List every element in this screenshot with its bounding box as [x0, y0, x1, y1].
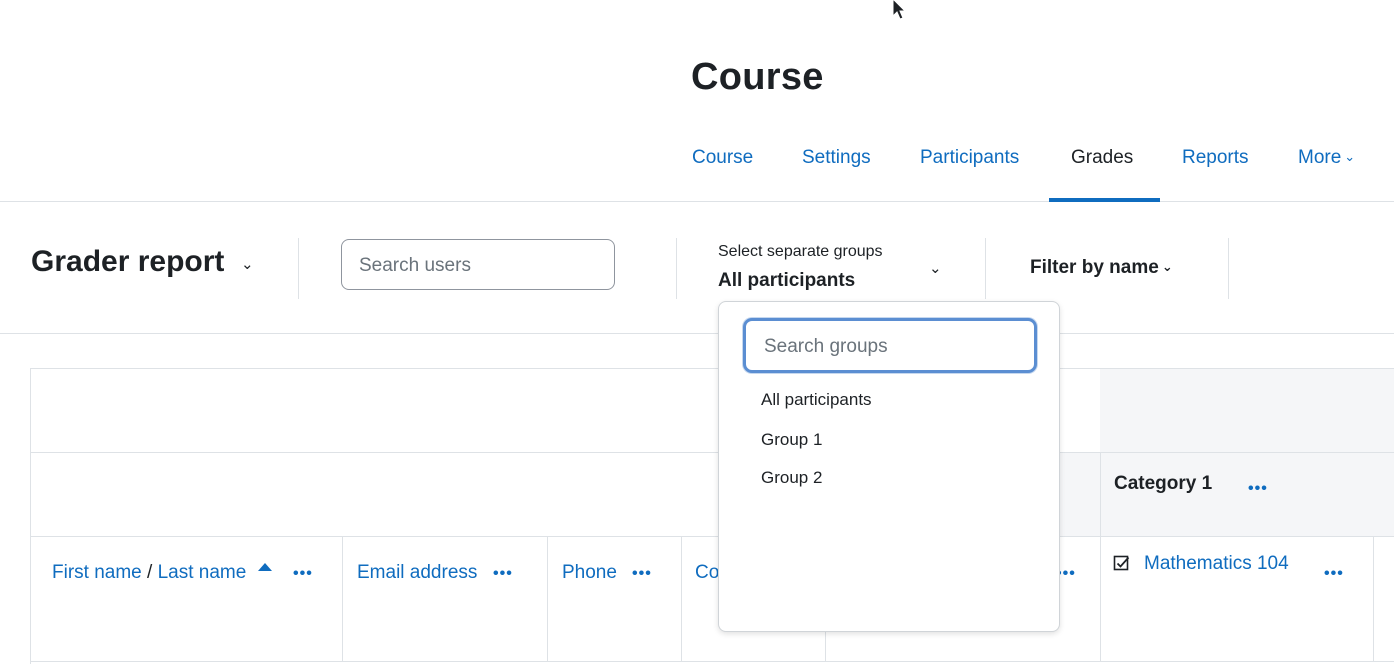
column-divider	[681, 537, 682, 661]
name-separator: /	[147, 562, 153, 583]
report-selector[interactable]: Grader report	[31, 245, 224, 279]
name-column-menu-button[interactable]: •••	[293, 565, 313, 583]
column-divider	[342, 537, 343, 661]
grade-item-link[interactable]: Mathematics 104	[1144, 553, 1289, 575]
chevron-down-icon[interactable]: ⌄	[241, 255, 254, 273]
tab-participants[interactable]: Participants	[920, 147, 1019, 169]
tab-course[interactable]: Course	[692, 147, 753, 169]
group-search-dropdown: Search groups All participants Group 1 G…	[718, 301, 1060, 632]
sort-ascending-icon	[258, 563, 272, 571]
tab-more-label: More	[1298, 147, 1342, 168]
filter-by-name-button[interactable]: Filter by name ⌄	[1030, 257, 1173, 279]
table-header-row	[31, 369, 1394, 453]
secondary-navigation: Course Settings Participants Grades Repo…	[0, 130, 1394, 202]
grade-item-menu-button[interactable]: •••	[1324, 565, 1344, 583]
group-option-group-2[interactable]: Group 2	[761, 468, 822, 488]
chevron-down-icon: ⌄	[1344, 149, 1356, 164]
chevron-down-icon: ⌄	[1161, 259, 1173, 274]
email-column-menu-button[interactable]: •••	[493, 565, 513, 583]
chevron-down-icon[interactable]: ⌄	[929, 259, 942, 277]
search-groups-input[interactable]: Search groups	[743, 318, 1037, 373]
column-divider	[547, 537, 548, 661]
manual-grade-item-icon	[1113, 555, 1130, 571]
search-users-placeholder: Search users	[359, 255, 471, 276]
group-selector-label: Select separate groups	[718, 243, 883, 260]
page-title: Course	[691, 56, 824, 98]
column-divider	[1100, 453, 1101, 661]
column-header-phone[interactable]: Phone	[562, 562, 617, 584]
phone-column-menu-button[interactable]: •••	[632, 565, 652, 583]
tab-reports[interactable]: Reports	[1182, 147, 1249, 169]
search-groups-placeholder: Search groups	[764, 336, 888, 357]
header-divider	[31, 536, 1394, 537]
divider	[298, 238, 299, 299]
sort-last-name-link[interactable]: Last name	[158, 562, 247, 583]
report-toolbar: Grader report ⌄ Search users Select sepa…	[0, 202, 1394, 334]
column-header-partial[interactable]: Co	[695, 562, 719, 584]
group-selector-value[interactable]: All participants	[718, 270, 855, 292]
tab-more[interactable]: More ⌄	[1298, 147, 1355, 169]
category-title: Category 1	[1114, 473, 1213, 494]
column-header-name: First name / Last name	[52, 562, 246, 584]
tab-grades[interactable]: Grades	[1071, 147, 1133, 169]
filter-by-name-label: Filter by name	[1030, 257, 1159, 278]
group-option-group-1[interactable]: Group 1	[761, 430, 822, 450]
divider	[1228, 238, 1229, 299]
mouse-cursor-icon	[892, 0, 907, 20]
group-option-all-participants[interactable]: All participants	[761, 390, 872, 410]
category-menu-button[interactable]: •••	[1248, 480, 1268, 498]
row-divider	[31, 661, 1394, 662]
column-divider	[1373, 537, 1374, 661]
search-users-input[interactable]: Search users	[341, 239, 615, 290]
column-header-email[interactable]: Email address	[357, 562, 477, 584]
tab-settings[interactable]: Settings	[802, 147, 871, 169]
grader-table	[30, 368, 1394, 664]
sort-first-name-link[interactable]: First name	[52, 562, 142, 583]
divider	[985, 238, 986, 299]
divider	[676, 238, 677, 299]
